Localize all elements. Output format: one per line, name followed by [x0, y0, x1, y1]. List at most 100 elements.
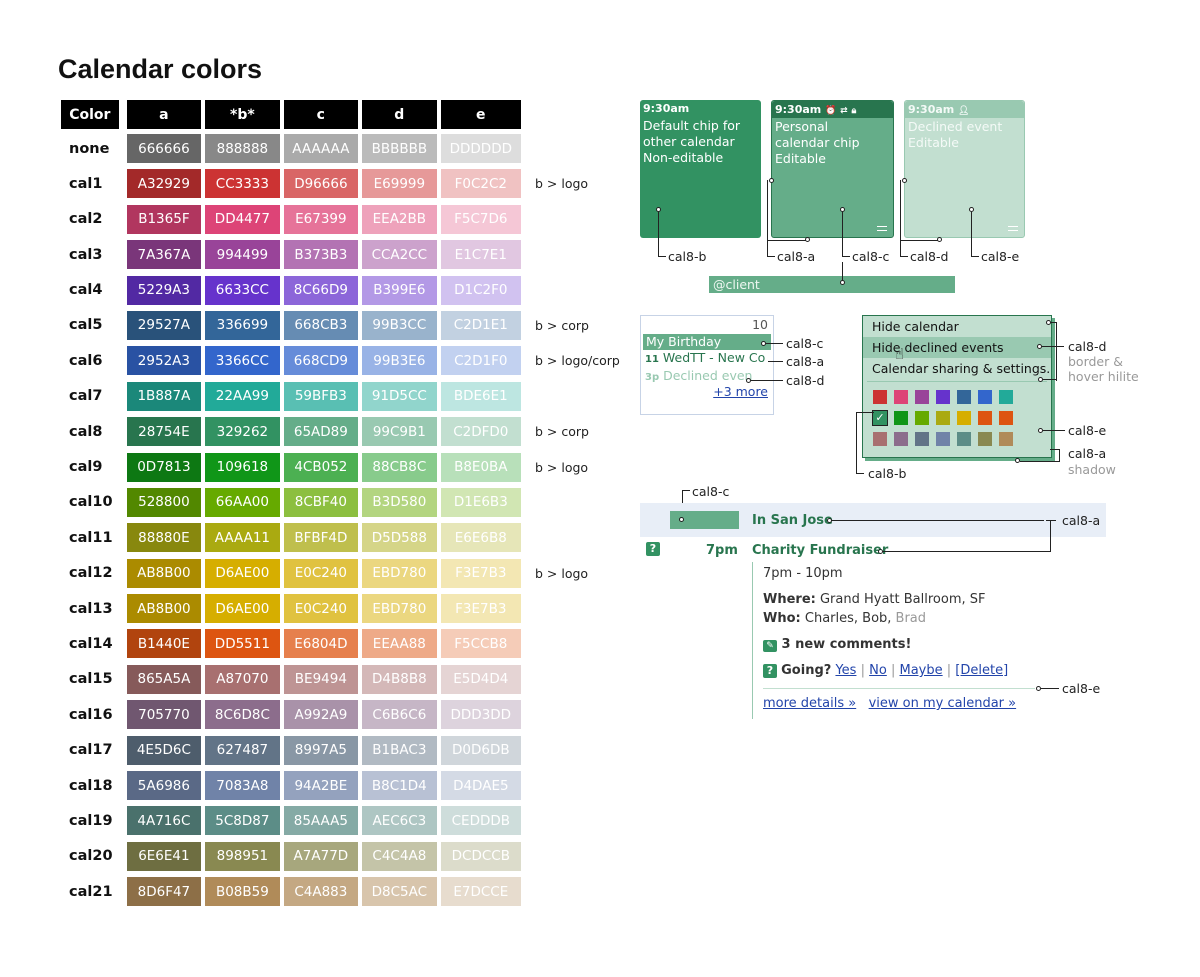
palette-swatch[interactable]	[999, 411, 1013, 425]
chip-line: Editable	[908, 135, 959, 150]
connector-line	[842, 256, 850, 257]
palette-swatch[interactable]	[936, 411, 950, 425]
resize-handle-icon[interactable]	[877, 226, 887, 231]
chip-time: 9:30am	[908, 103, 955, 116]
label-cal8-b: cal8-b	[668, 249, 707, 264]
swatch-d: BBBBBB	[362, 134, 437, 163]
row-label: cal19	[69, 812, 113, 829]
more-events-link[interactable]: +3 more	[713, 384, 768, 399]
label-cal8-e: cal8-e	[1068, 423, 1107, 438]
swatch-b: DD4477	[205, 204, 280, 234]
declined-chip[interactable]: 9:30am 👤︎ Declined event Editable	[904, 100, 1025, 238]
palette-swatch[interactable]	[999, 432, 1013, 446]
chip-head: 9:30am 👤︎	[905, 101, 1024, 118]
palette-swatch[interactable]	[936, 432, 950, 446]
connector-line	[900, 240, 938, 241]
rsvp-yes-link[interactable]: Yes	[835, 663, 856, 678]
swatch-c: B373B3	[283, 240, 359, 270]
connector-line	[1056, 322, 1057, 381]
connector-line	[751, 380, 783, 381]
connector-line	[971, 256, 979, 257]
table-row: cal3 7A367A 994499 B373B3 CCA2CC E1C7E1	[61, 240, 522, 270]
palette-swatch[interactable]	[894, 390, 908, 404]
palette-swatch[interactable]	[873, 390, 887, 404]
event-title: Declined even	[663, 368, 753, 383]
chip-line: Default chip for	[643, 118, 741, 133]
swatch-a: AB8B00	[126, 558, 202, 588]
personal-chip[interactable]: 9:30am ⏰ ⇄ 🔒︎ Personal calendar chip Edi…	[771, 100, 894, 238]
row-note: b > logo	[535, 459, 589, 475]
event-title[interactable]: Charity Fundraiser	[752, 543, 888, 558]
swatch-b: 994499	[205, 240, 280, 270]
swatch-e: F5C7D6	[440, 204, 522, 234]
palette-swatch[interactable]	[894, 432, 908, 446]
comments[interactable]: ✎ 3 new comments!	[763, 637, 911, 652]
connector-line	[658, 212, 659, 257]
swatch-a: 4A716C	[126, 806, 202, 836]
label-cal8-e: cal8-e	[1062, 681, 1101, 696]
comment-icon: ✎	[763, 640, 777, 652]
connector-dot	[902, 178, 907, 183]
palette-swatch[interactable]	[915, 390, 929, 404]
allday-event[interactable]: In San Jose	[752, 513, 833, 528]
client-bar[interactable]: @client	[709, 276, 955, 293]
swatch-a: 8D6F47	[126, 877, 202, 907]
rsvp-no-link[interactable]: No	[869, 663, 887, 678]
menu-hide-calendar[interactable]: Hide calendar	[863, 316, 1051, 337]
menu-hide-declined[interactable]: Hide declined events	[863, 337, 1051, 358]
swatch-d: 88CB8C	[362, 452, 437, 482]
more-details-link[interactable]: more details »	[763, 696, 856, 711]
swatch-b: D6AE00	[205, 558, 280, 588]
view-on-calendar-link[interactable]: view on my calendar »	[869, 696, 1017, 711]
palette-swatch[interactable]	[936, 390, 950, 404]
palette-swatch[interactable]	[957, 411, 971, 425]
swatch-b: 888888	[205, 134, 280, 163]
table-row: cal10 528800 66AA00 8CBF40 B3D580 D1E6B3	[61, 487, 522, 517]
palette-swatch[interactable]	[999, 390, 1013, 404]
swatch-d: E69999	[362, 169, 437, 199]
swatch-b: 7083A8	[205, 771, 280, 801]
table-row: cal11 88880E AAAA11 BFBF4D D5D588 E6E6B8	[61, 523, 522, 553]
swatch-a: B1365F	[126, 204, 202, 234]
palette-swatch[interactable]	[957, 432, 971, 446]
palette-swatch[interactable]	[915, 432, 929, 446]
table-row: cal15 865A5A A87070 BE9494 D4B8B8 E5D4D4	[61, 664, 522, 694]
row-label: cal12	[69, 565, 113, 582]
palette-swatch[interactable]: ✓	[872, 410, 888, 426]
label-cal8-d: cal8-d	[910, 249, 949, 264]
event-declined[interactable]: 3p Declined even	[641, 368, 773, 384]
month-cell[interactable]: 10 My Birthday 11 WedTT - New Co 3p Decl…	[640, 315, 774, 415]
delete-link[interactable]: [Delete]	[955, 663, 1008, 678]
swatch-e: F3E7B3	[440, 594, 522, 624]
palette-swatch[interactable]	[957, 390, 971, 404]
palette-swatch[interactable]	[978, 411, 992, 425]
palette-swatch[interactable]	[873, 432, 887, 446]
swatch-b: 627487	[205, 735, 280, 765]
menu-sharing-settings[interactable]: Calendar sharing & settings...	[863, 358, 1051, 379]
swatch-b: 898951	[205, 841, 280, 871]
swatch-c: E6804D	[283, 629, 359, 659]
event-my-birthday[interactable]: My Birthday	[643, 334, 771, 350]
swatch-a: 5A6986	[126, 771, 202, 801]
event-wedtt[interactable]: 11 WedTT - New Co	[641, 350, 773, 368]
row-label: cal1	[69, 175, 103, 192]
palette-swatch[interactable]	[978, 432, 992, 446]
resize-handle-icon[interactable]	[1008, 226, 1018, 231]
swatch-a: 705770	[126, 700, 202, 730]
swatch-e: F5CCB8	[440, 629, 522, 659]
repeat-icon: ⇄	[840, 106, 848, 116]
palette-swatch[interactable]	[978, 390, 992, 404]
event-time: 7pm	[706, 543, 738, 558]
table-row: cal14 B1440E DD5511 E6804D EEAA88 F5CCB8	[61, 629, 522, 659]
palette-swatch[interactable]	[894, 411, 908, 425]
row-note: b > logo/corp	[535, 353, 620, 369]
table-header: Color a *b* c d e	[61, 100, 521, 129]
connector-dot	[769, 178, 774, 183]
swatch-b: D6AE00	[205, 594, 280, 624]
calendar-menu: Hide calendar Hide declined events Calen…	[862, 315, 1052, 458]
question-icon: ?	[763, 664, 777, 678]
table-row: cal1 A32929 CC3333 D96666 E69999 F0C2C2	[61, 169, 522, 199]
palette-swatch[interactable]	[915, 411, 929, 425]
table-row: cal13 AB8B00 D6AE00 E0C240 EBD780 F3E7B3	[61, 594, 522, 624]
rsvp-maybe-link[interactable]: Maybe	[899, 663, 942, 678]
